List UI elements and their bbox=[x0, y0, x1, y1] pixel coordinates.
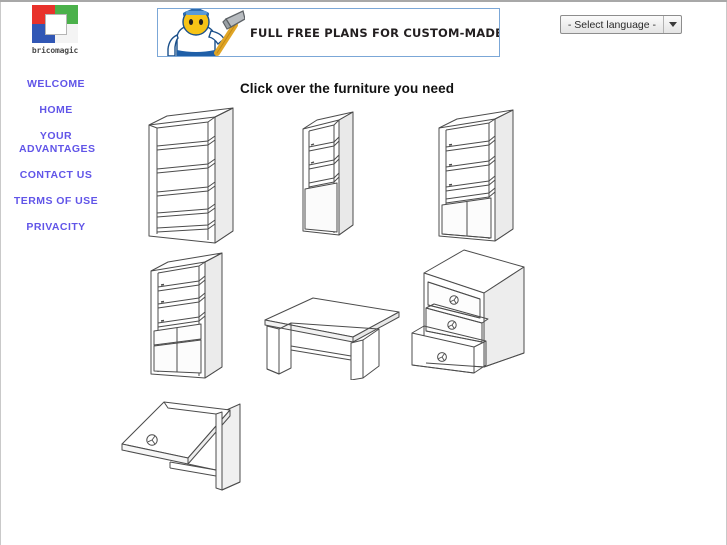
main-content: Click over the furniture you need bbox=[112, 70, 712, 540]
furniture-item-open-bookshelf-five-shelves[interactable] bbox=[137, 103, 242, 248]
language-select-value: - Select language - bbox=[567, 18, 656, 31]
sidebar-item-privacity[interactable]: PRIVACITY bbox=[1, 221, 111, 234]
page-header: bricomagic FULL FREE PLANS FOR CUSTOM-MA… bbox=[0, 2, 727, 64]
handyman-with-hammer-icon bbox=[161, 9, 246, 56]
sidebar-nav: WELCOME HOME YOUR ADVANTAGES CONTACT US … bbox=[1, 78, 111, 247]
furniture-item-three-drawer-chest[interactable] bbox=[402, 245, 532, 380]
sidebar-item-contact-us[interactable]: CONTACT US bbox=[1, 169, 111, 182]
sidebar-item-welcome[interactable]: WELCOME bbox=[1, 78, 111, 91]
promo-banner-text: FULL FREE PLANS FOR CUSTOM-MADE FURNITUR… bbox=[250, 25, 500, 40]
logo-center-square bbox=[45, 14, 67, 35]
sidebar-item-your-advantages[interactable]: YOUR ADVANTAGES bbox=[1, 130, 111, 156]
logo-wordmark: bricomagic bbox=[31, 46, 79, 55]
furniture-item-writing-desk[interactable] bbox=[255, 290, 405, 380]
sidebar-item-home[interactable]: HOME bbox=[1, 104, 111, 117]
furniture-item-bookcase-with-two-door-base[interactable] bbox=[427, 103, 522, 248]
chevron-down-icon[interactable] bbox=[663, 16, 681, 33]
page-title: Click over the furniture you need bbox=[239, 81, 455, 96]
promo-banner[interactable]: FULL FREE PLANS FOR CUSTOM-MADE FURNITUR… bbox=[157, 8, 500, 57]
sidebar-item-terms-of-use[interactable]: TERMS OF USE bbox=[1, 195, 111, 208]
furniture-item-wall-cabinet-drop-down-door[interactable] bbox=[112, 392, 262, 507]
logo-mark-icon bbox=[32, 5, 78, 43]
furniture-item-bookcase-with-drawers-and-doors[interactable] bbox=[137, 247, 232, 387]
furniture-item-narrow-tall-cabinet-shelves-over-door[interactable] bbox=[287, 103, 367, 248]
site-logo[interactable]: bricomagic bbox=[24, 5, 86, 55]
language-select[interactable]: - Select language - bbox=[559, 15, 682, 34]
